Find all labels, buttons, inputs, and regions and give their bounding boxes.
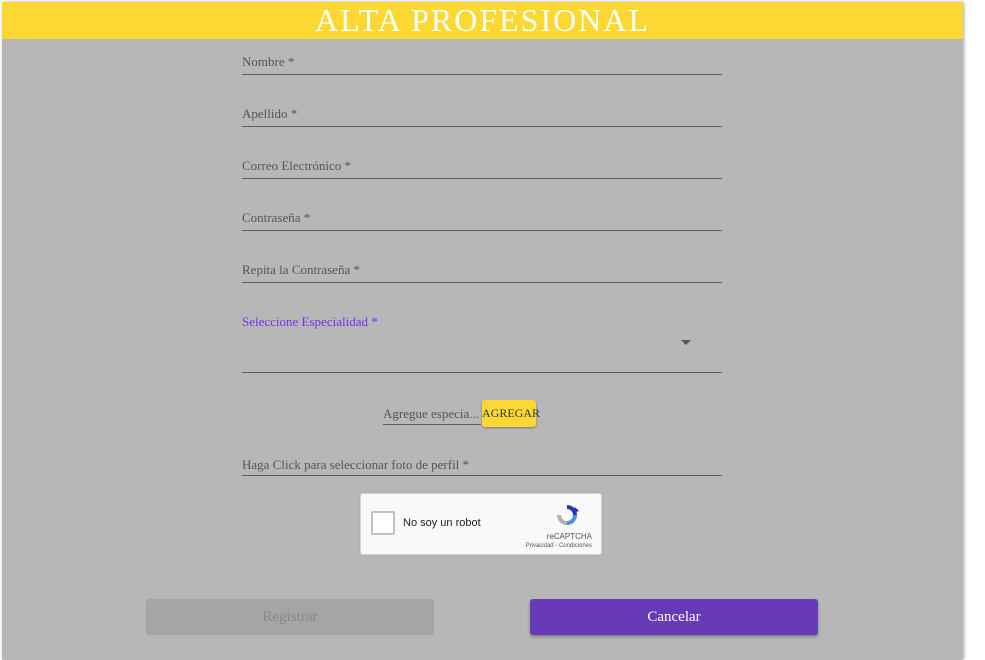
foto-perfil-field[interactable]: Haga Click para seleccionar foto de perf… <box>242 457 722 476</box>
email-label: Correo Electrónico * <box>242 158 352 173</box>
apellido-label: Apellido * <box>242 106 298 121</box>
recaptcha-brand: reCAPTCHA <box>546 532 592 541</box>
repeat-password-label: Repita la Contraseña * <box>242 262 361 277</box>
chevron-down-icon[interactable] <box>681 340 691 345</box>
email-field[interactable]: Correo Electrónico * <box>242 158 722 179</box>
especialidad-input-placeholder: Agregue especia... <box>383 406 480 421</box>
password-label: Contraseña * <box>242 210 311 225</box>
recaptcha-terms[interactable]: Privacidad - Condiciones <box>526 543 592 549</box>
password-field[interactable]: Contraseña * <box>242 210 722 231</box>
especialidad-select[interactable]: Seleccione Especialidad * <box>242 314 722 373</box>
nombre-field[interactable]: Nombre * <box>242 54 722 75</box>
cancel-button[interactable]: Cancelar <box>530 599 818 635</box>
agregar-button[interactable]: AGREGAR <box>482 400 540 427</box>
page-title: ALTA PROFESIONAL <box>2 2 963 39</box>
recaptcha-logo-icon <box>557 505 579 525</box>
register-button[interactable]: Registrar <box>146 599 434 635</box>
recaptcha-text: No soy un robot <box>403 517 481 529</box>
recaptcha-widget: No soy un robot reCAPTCHA Privacidad - C… <box>360 493 602 555</box>
nombre-label: Nombre * <box>242 54 295 69</box>
foto-perfil-label: Haga Click para seleccionar foto de perf… <box>242 457 470 472</box>
repeat-password-field[interactable]: Repita la Contraseña * <box>242 262 722 283</box>
especialidad-input[interactable]: Agregue especia... <box>383 398 481 425</box>
recaptcha-checkbox[interactable] <box>371 511 395 535</box>
apellido-field[interactable]: Apellido * <box>242 106 722 127</box>
especialidad-label: Seleccione Especialidad * <box>242 314 378 329</box>
form-card: ALTA PROFESIONAL Nombre * Apellido * Cor… <box>2 2 963 660</box>
